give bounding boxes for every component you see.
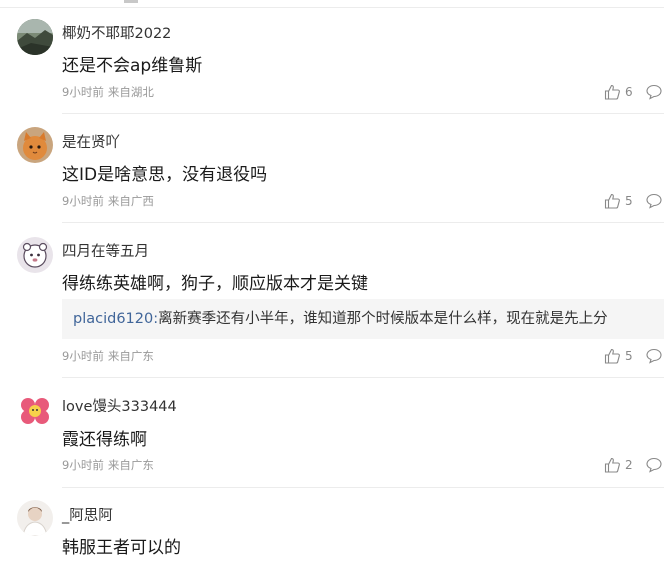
avatar-orange-cat-icon: [17, 127, 53, 163]
sub-reply-text: 离新赛季还有小半年，谁知道那个时候版本是什么样，现在就是先上分: [158, 311, 608, 327]
comment-location: 来自广东: [107, 349, 154, 363]
comment-meta: 9小时前 来自广东: [62, 457, 154, 473]
sub-reply: placid6120:离新赛季还有小半年，谁知道那个时候版本是什么样，现在就是先…: [62, 299, 664, 339]
avatar-white-figure-icon: [17, 500, 53, 536]
comment-meta: 9小时前 来自广东: [62, 348, 154, 364]
comment-bubble-icon: [646, 193, 662, 209]
like-count: 5: [625, 194, 633, 208]
avatar[interactable]: [17, 392, 53, 428]
comment-bubble-icon: [646, 84, 662, 100]
avatar[interactable]: [17, 127, 53, 163]
comment-time: 9小时前: [62, 458, 104, 472]
divider: [62, 377, 664, 378]
avatar-dark-landscape-icon: [17, 19, 53, 55]
top-edge: [0, 0, 664, 8]
comment-bubble-icon: [646, 348, 662, 364]
divider: [62, 487, 664, 488]
reply-button[interactable]: [646, 193, 664, 209]
comment-content: 霞还得练啊: [62, 430, 147, 450]
avatar-pink-flower-icon: [17, 392, 53, 428]
avatar[interactable]: [17, 237, 53, 273]
comment-location: 来自湖北: [107, 85, 154, 99]
comment-content: 得练练英雄啊，狗子，顺应版本才是关键: [62, 274, 368, 294]
reply-button[interactable]: [646, 348, 664, 364]
like-button[interactable]: 5: [604, 348, 633, 364]
comment-content: 这ID是啥意思，没有退役吗: [62, 165, 268, 185]
comment-username[interactable]: 椰奶不耶耶2022: [62, 22, 171, 43]
comment-username[interactable]: 四月在等五月: [62, 240, 149, 261]
comment-location: 来自广西: [107, 194, 154, 208]
like-count: 6: [625, 85, 633, 99]
comment-meta: 9小时前 来自广西: [62, 193, 154, 209]
comment-content: 还是不会ap维鲁斯: [62, 56, 203, 76]
thumbs-up-icon: [604, 84, 620, 100]
thumbs-up-icon: [604, 457, 620, 473]
comment-time: 9小时前: [62, 194, 104, 208]
comment-content: 韩服王者可以的: [62, 538, 181, 558]
like-button[interactable]: 2: [604, 457, 633, 473]
like-button[interactable]: 5: [604, 193, 633, 209]
reply-button[interactable]: [646, 84, 664, 100]
thumbs-up-icon: [604, 348, 620, 364]
avatar-cartoon-bear-icon: [17, 237, 53, 273]
divider: [62, 222, 664, 223]
comment-time: 9小时前: [62, 85, 104, 99]
divider: [62, 113, 664, 114]
thumbs-up-icon: [604, 193, 620, 209]
sub-reply-username[interactable]: placid6120:: [73, 311, 158, 327]
tab-indicator: [124, 0, 138, 3]
comment-username[interactable]: love馒头333444: [62, 395, 177, 416]
like-button[interactable]: 6: [604, 84, 633, 100]
comment-bubble-icon: [646, 457, 662, 473]
comment-username[interactable]: 是在贤吖: [62, 131, 120, 152]
comment-time: 9小时前: [62, 349, 104, 363]
like-count: 5: [625, 349, 633, 363]
comment-username[interactable]: _阿思阿: [62, 504, 113, 525]
reply-button[interactable]: [646, 457, 664, 473]
avatar[interactable]: [17, 500, 53, 536]
comment-location: 来自广东: [107, 458, 154, 472]
avatar[interactable]: [17, 19, 53, 55]
comment-meta: 9小时前 来自湖北: [62, 84, 154, 100]
like-count: 2: [625, 458, 633, 472]
